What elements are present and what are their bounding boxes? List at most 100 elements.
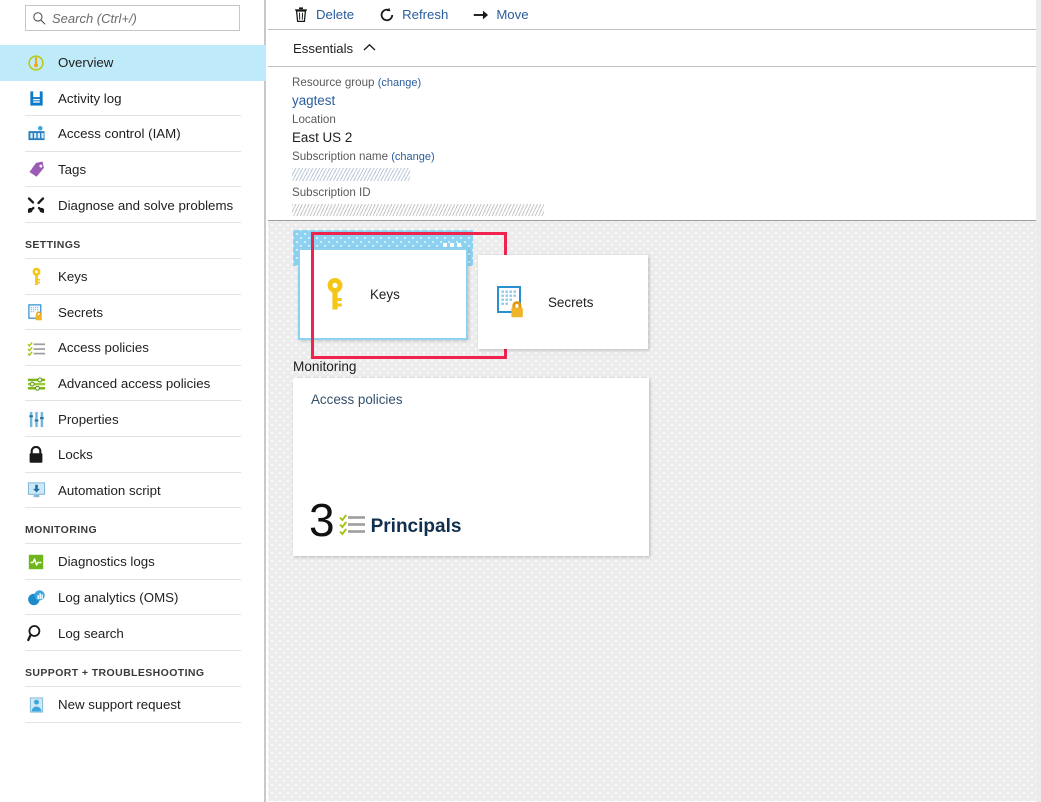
sidebar-group-support: SUPPORT + TROUBLESHOOTING New support re… [0, 651, 266, 723]
sidebar-item-automation-script[interactable]: Automation script [0, 473, 266, 509]
delete-button[interactable]: Delete [293, 7, 354, 23]
sidebar-item-label: Access control (IAM) [58, 126, 181, 141]
magnifier-icon [25, 623, 47, 643]
sidebar-item-new-support-request[interactable]: New support request [0, 687, 266, 723]
automation-script-icon [25, 480, 47, 500]
search-icon [26, 11, 52, 26]
move-label: Move [496, 7, 528, 22]
tile-secrets[interactable]: Secrets [478, 255, 648, 349]
key-icon [25, 267, 47, 287]
sidebar-item-overview[interactable]: Overview [0, 45, 266, 81]
field-key-text: Location [292, 113, 336, 126]
sidebar-item-label: Log analytics (OMS) [58, 590, 178, 605]
search-input[interactable] [52, 11, 227, 26]
divider [25, 507, 241, 508]
sidebar-item-label: Access policies [58, 340, 149, 355]
azure-portal-blade: Overview Activity log [0, 0, 1041, 802]
sidebar-item-label: New support request [58, 697, 181, 712]
secret-lock-icon [496, 284, 530, 320]
access-control-icon [25, 124, 47, 144]
tile-secrets-content: Secrets [478, 284, 593, 320]
arrow-right-icon [473, 7, 489, 23]
field-key: Location [292, 112, 1041, 128]
checklist-icon [25, 338, 47, 358]
refresh-button[interactable]: Refresh [379, 7, 448, 23]
tile-keys-content: Keys [300, 276, 400, 312]
refresh-label: Refresh [402, 7, 448, 22]
trash-icon [293, 7, 309, 23]
sidebar-item-label: Locks [58, 447, 93, 462]
command-bar: Delete Refresh Move [268, 0, 1041, 30]
sidebar-item-label: Log search [58, 626, 124, 641]
sliders-list-icon [25, 374, 47, 394]
move-button[interactable]: Move [473, 7, 528, 23]
access-policies-stat: 3 Principals [309, 498, 461, 542]
change-link[interactable]: (change) [378, 77, 421, 89]
divider [25, 650, 241, 651]
sidebar-item-label: Properties [58, 412, 119, 427]
sidebar-item-log-analytics[interactable]: Log analytics (OMS) [0, 580, 266, 616]
principals-label: Principals [371, 516, 462, 538]
sidebar-item-label: Keys [58, 269, 88, 284]
wrench-screwdriver-icon [25, 195, 47, 215]
principals-count: 3 [309, 498, 335, 542]
sidebar-item-label: Secrets [58, 305, 103, 320]
divider [25, 222, 241, 223]
sidebar-item-label: Automation script [58, 483, 161, 498]
field-key-text: Resource group [292, 76, 375, 89]
tile-access-policies[interactable]: Access policies 3 Principals [293, 378, 649, 556]
essentials-field-subscription-id: Subscription ID [292, 185, 1041, 216]
essentials-panel: Resource group (change) yagtest Location… [268, 67, 1041, 221]
field-key: Subscription name (change) [292, 149, 1041, 165]
sidebar-item-log-search[interactable]: Log search [0, 615, 266, 651]
key-icon [318, 276, 352, 312]
field-key: Subscription ID [292, 185, 1041, 201]
change-link[interactable]: (change) [391, 151, 434, 163]
sidebar-item-keys[interactable]: Keys [0, 259, 266, 295]
resource-group-value[interactable]: yagtest [292, 91, 1041, 110]
chevron-up-icon [363, 39, 376, 57]
padlock-icon [25, 445, 47, 465]
field-key-text: Subscription ID [292, 186, 371, 199]
essentials-toggle[interactable]: Essentials [268, 30, 1041, 67]
field-key-text: Subscription name [292, 150, 388, 163]
secret-lock-icon [25, 302, 47, 322]
tile-keys-body[interactable]: Keys [298, 248, 468, 340]
sidebar-item-diagnose-solve[interactable]: Diagnose and solve problems [0, 187, 266, 223]
divider [25, 722, 241, 723]
sidebar-item-label: Diagnose and solve problems [58, 198, 233, 213]
tile-keys[interactable]: Keys [293, 230, 473, 346]
dashboard-canvas: Keys [268, 221, 1041, 801]
sidebar-item-tags[interactable]: Tags [0, 152, 266, 188]
sidebar-item-label: Diagnostics logs [58, 554, 155, 569]
log-analytics-icon [25, 588, 47, 608]
sidebar-item-properties[interactable]: Properties [0, 401, 266, 437]
tile-access-policies-title: Access policies [311, 392, 649, 407]
tag-icon [25, 160, 47, 180]
tile-secrets-label: Secrets [548, 295, 593, 310]
sidebar-item-label: Overview [58, 55, 113, 70]
delete-label: Delete [316, 7, 354, 22]
sidebar-search-box[interactable] [25, 5, 240, 31]
sidebar-group-main: Overview Activity log [0, 45, 266, 223]
diagnostics-logs-icon [25, 552, 47, 572]
sidebar-item-activity-log[interactable]: Activity log [0, 81, 266, 117]
sidebar-nav-list: Overview Activity log [0, 45, 266, 723]
sidebar-item-secrets[interactable]: Secrets [0, 295, 266, 331]
field-key: Resource group (change) [292, 75, 1041, 91]
sidebar-item-label: Tags [58, 162, 86, 177]
sidebar-item-advanced-access-policies[interactable]: Advanced access policies [0, 366, 266, 402]
sidebar-item-access-policies[interactable]: Access policies [0, 330, 266, 366]
properties-sliders-icon [25, 409, 47, 429]
sidebar-item-label: Activity log [58, 91, 122, 106]
sidebar-group-label: MONITORING [0, 508, 266, 543]
subscription-id-redacted [292, 204, 544, 216]
ellipsis-icon[interactable] [443, 243, 461, 247]
sidebar-group-label: SETTINGS [0, 223, 266, 258]
sidebar-item-label: Advanced access policies [58, 376, 210, 391]
sidebar-item-diagnostics-logs[interactable]: Diagnostics logs [0, 544, 266, 580]
blade-main: Delete Refresh Move [268, 0, 1041, 802]
sidebar-item-locks[interactable]: Locks [0, 437, 266, 473]
checklist-icon [339, 511, 367, 539]
sidebar-item-access-control[interactable]: Access control (IAM) [0, 116, 266, 152]
